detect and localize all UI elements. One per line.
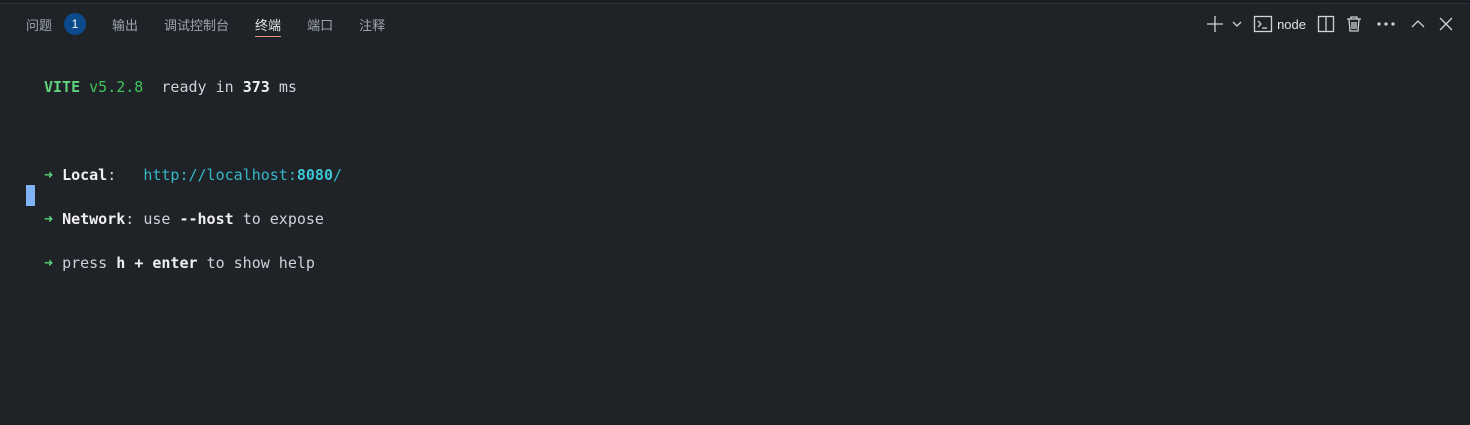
- help-line: ➜ press h + enter to show help: [44, 252, 342, 274]
- tab-debug-console[interactable]: 调试控制台: [164, 4, 229, 44]
- host-flag: --host: [179, 210, 234, 228]
- close-panel-button[interactable]: [1432, 10, 1460, 38]
- url-port: 8080: [296, 166, 333, 184]
- panel-actions: node: [1201, 4, 1460, 44]
- terminal-profile-dropdown[interactable]: [1229, 10, 1245, 38]
- text: to expose: [242, 210, 324, 228]
- terminal-cursor: [26, 185, 35, 206]
- tab-problems[interactable]: 问题 1: [26, 4, 87, 44]
- plus: +: [134, 254, 144, 272]
- tab-ports[interactable]: 端口: [307, 4, 333, 44]
- local-url-link[interactable]: http://localhost:8080/: [143, 166, 342, 184]
- close-icon: [1439, 17, 1453, 31]
- tab-label: 调试控制台: [164, 17, 230, 33]
- terminal-output[interactable]: VITE v5.2.8 ready in 373 ms ➜ Local: htt…: [44, 76, 342, 274]
- split-terminal-button[interactable]: [1312, 10, 1340, 38]
- key-enter: enter: [152, 254, 198, 272]
- ready-time: 373: [242, 78, 270, 96]
- url-suffix: /: [333, 166, 343, 184]
- arrow-icon: ➜: [44, 254, 54, 272]
- ready-text: ready in: [161, 78, 234, 96]
- terminal-name: node: [1277, 16, 1306, 32]
- tab-label: 输出: [112, 17, 139, 33]
- url-prefix: http://localhost:: [143, 166, 297, 184]
- text: use: [143, 210, 171, 228]
- ms-unit: ms: [278, 78, 297, 96]
- text: press: [62, 254, 108, 272]
- tab-label: 问题: [26, 17, 53, 33]
- local-label: Local: [62, 166, 108, 184]
- vite-ready-line: VITE v5.2.8 ready in 373 ms: [44, 76, 342, 98]
- local-line: ➜ Local: http://localhost:8080/: [44, 166, 343, 184]
- more-actions-button[interactable]: [1372, 10, 1400, 38]
- terminal-icon: [1253, 15, 1273, 33]
- network-line: ➜ Network: use --host to expose: [44, 210, 324, 228]
- arrow-icon: ➜: [44, 210, 54, 228]
- tab-label: 终端: [255, 17, 282, 33]
- split-icon: [1317, 15, 1335, 33]
- plus-icon: [1207, 16, 1224, 32]
- text: to show help: [206, 254, 315, 272]
- tab-label: 注释: [359, 17, 386, 33]
- network-label: Network: [62, 210, 126, 228]
- vite-version: v5.2.8: [89, 78, 144, 96]
- trash-icon: [1347, 16, 1361, 32]
- kill-terminal-button[interactable]: [1340, 10, 1368, 38]
- chevron-up-icon: [1411, 20, 1425, 28]
- tab-label: 端口: [307, 17, 334, 33]
- arrow-icon: ➜: [44, 166, 54, 184]
- problems-count-badge: 1: [64, 13, 87, 35]
- terminal-instance-node[interactable]: node: [1253, 10, 1306, 38]
- panel-tabs: 问题 1 输出 调试控制台 终端 端口 注释: [0, 4, 385, 44]
- key-h: h: [116, 254, 126, 272]
- maximize-panel-button[interactable]: [1404, 10, 1432, 38]
- tab-output[interactable]: 输出: [112, 4, 138, 44]
- chevron-down-icon: [1232, 21, 1242, 27]
- tab-terminal[interactable]: 终端: [255, 4, 282, 44]
- vite-name: VITE: [44, 78, 81, 96]
- ellipsis-icon: [1377, 22, 1395, 26]
- tab-comments[interactable]: 注释: [359, 4, 385, 44]
- new-terminal-button[interactable]: [1201, 10, 1229, 38]
